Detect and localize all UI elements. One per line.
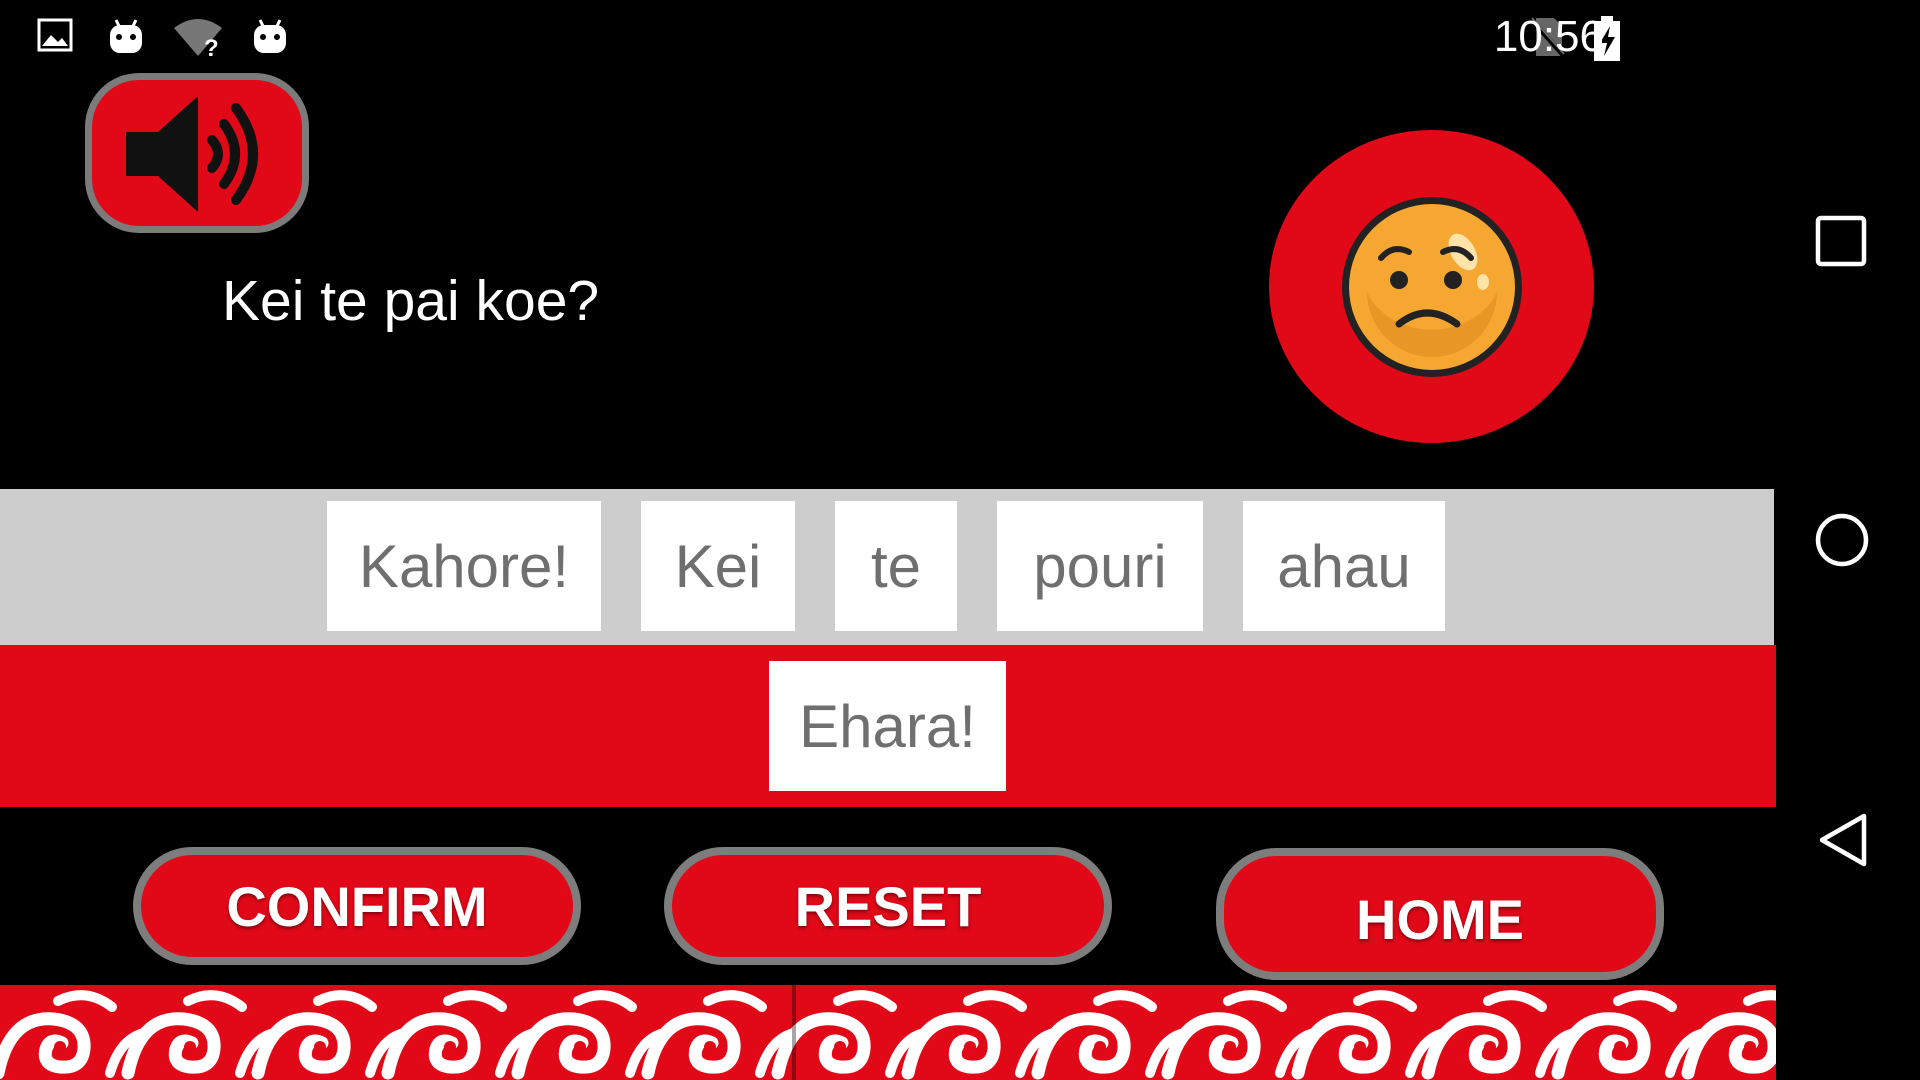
home-circle-icon[interactable]: [1814, 512, 1870, 572]
word-tile[interactable]: Kahore!: [327, 501, 601, 631]
word-tile[interactable]: te: [835, 501, 957, 631]
emoji-badge: [1269, 130, 1594, 443]
answer-area: Ehara!: [0, 645, 1776, 807]
question-prompt: Kei te pai koe?: [222, 269, 600, 333]
android-icon: [106, 16, 146, 60]
word-tile[interactable]: Kei: [641, 501, 795, 631]
kowhaiwhai-pattern-icon: [0, 985, 1776, 1080]
word-tile[interactable]: ahau: [1243, 501, 1445, 631]
image-icon: [36, 16, 74, 58]
status-clock: 10:56: [1493, 12, 1604, 61]
android-icon: [250, 16, 290, 60]
svg-text:?: ?: [204, 35, 219, 58]
word-tile[interactable]: pouri: [997, 501, 1203, 631]
answer-tile[interactable]: Ehara!: [769, 661, 1006, 791]
decorative-border: [0, 985, 1776, 1080]
back-triangle-icon[interactable]: [1814, 810, 1870, 874]
play-audio-button[interactable]: [85, 73, 309, 233]
status-bar: ? 10:56: [0, 0, 1774, 72]
recents-square-icon[interactable]: [1814, 214, 1868, 272]
reset-button[interactable]: RESET: [664, 847, 1112, 965]
speaker-icon: [120, 84, 280, 228]
word-bank: Kahore! Kei te pouri ahau: [0, 489, 1774, 645]
sad-face-icon: [1337, 192, 1527, 386]
wifi-unknown-icon: ?: [172, 16, 224, 62]
confirm-button[interactable]: CONFIRM: [133, 847, 581, 965]
navigation-bar: [1774, 0, 1920, 1080]
home-button[interactable]: HOME: [1216, 848, 1664, 980]
